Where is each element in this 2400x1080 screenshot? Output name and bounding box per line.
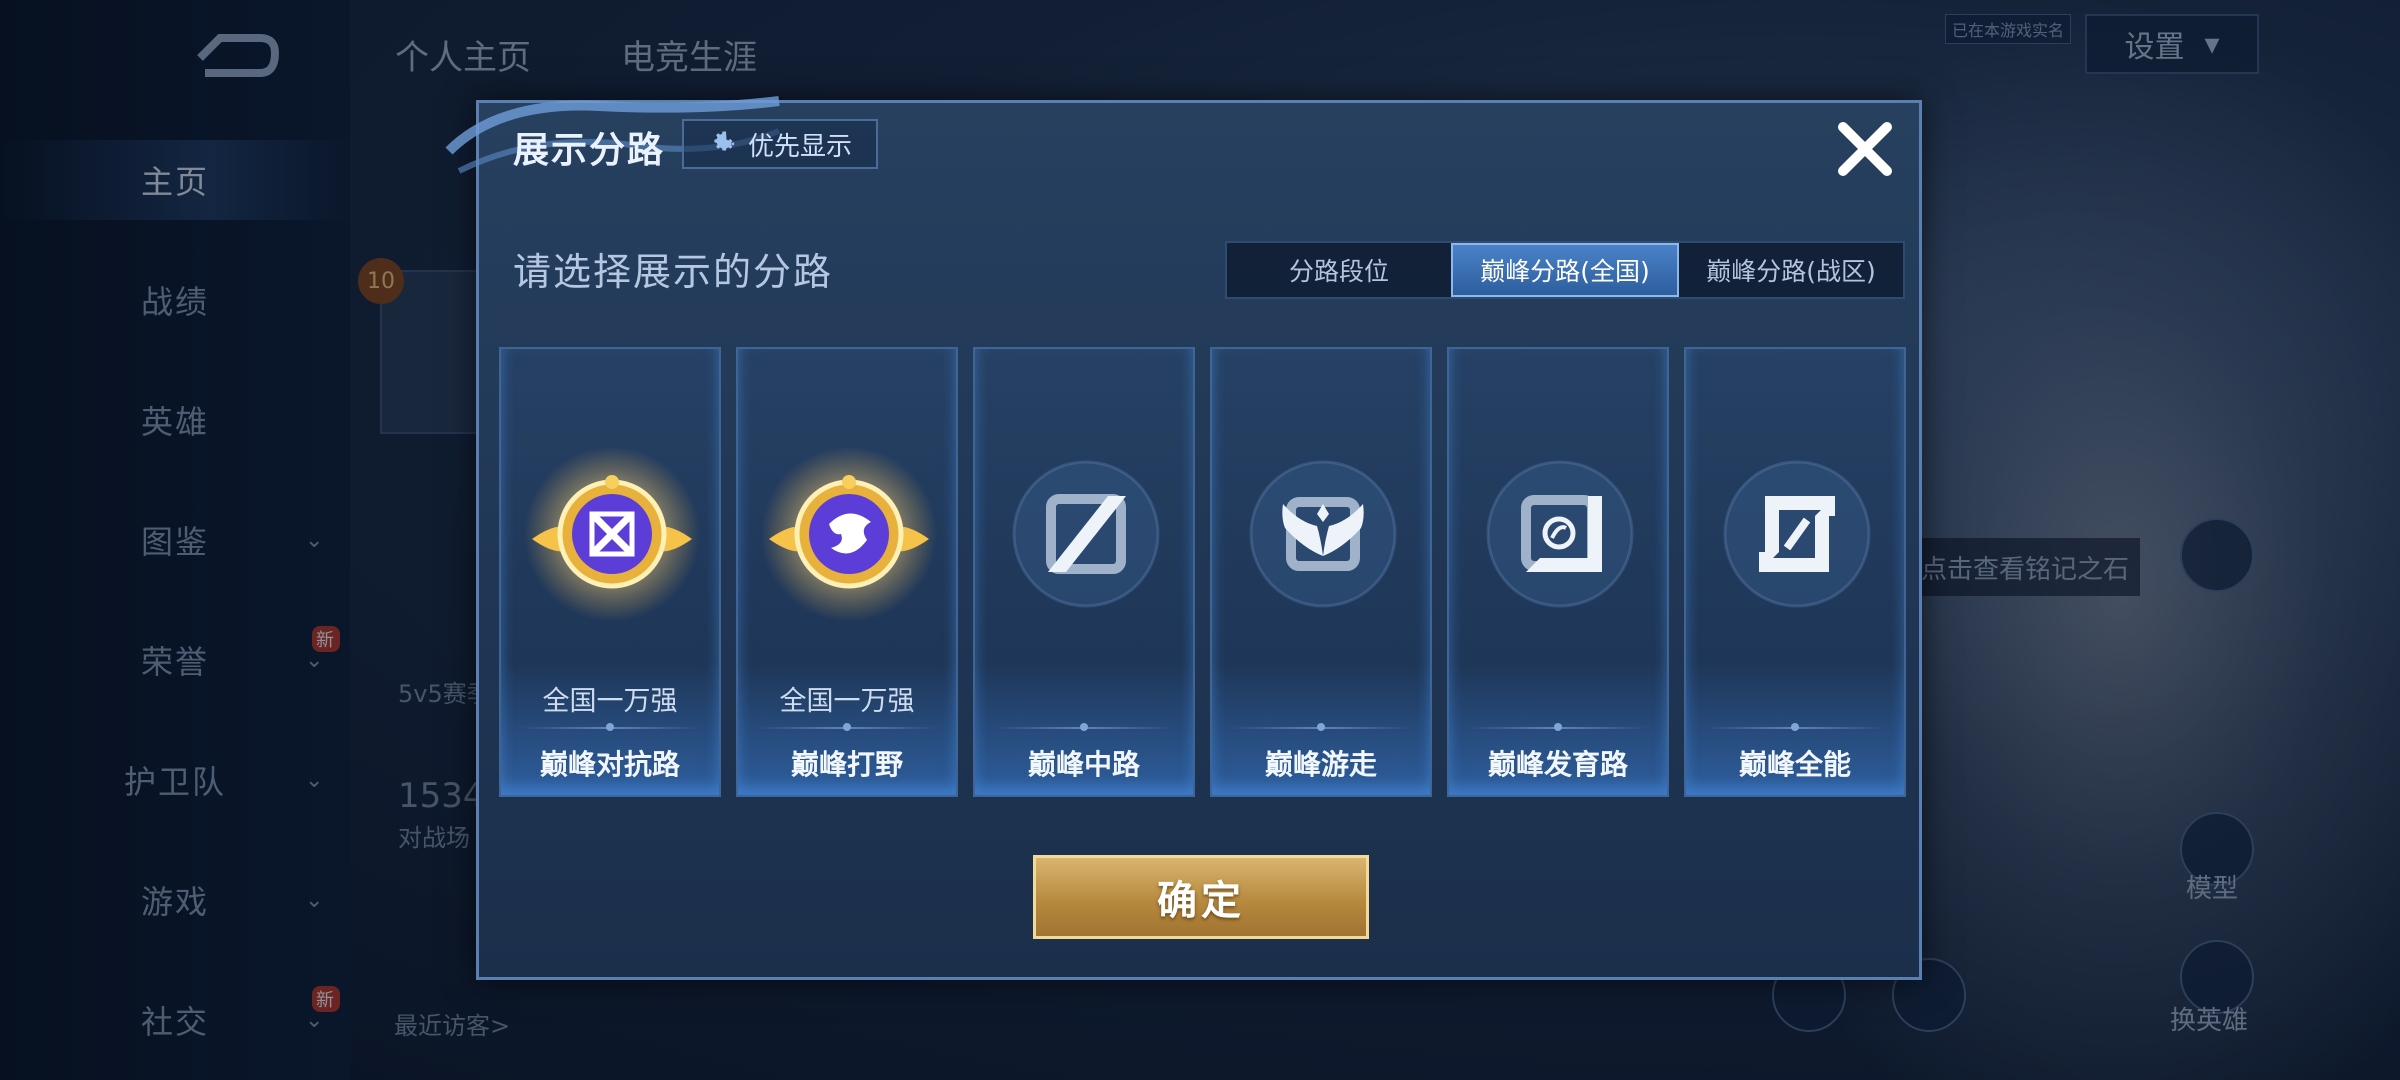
- clash-lane-medal-icon: [524, 446, 700, 622]
- lane-card-all-round[interactable]: 巅峰全能: [1684, 347, 1906, 797]
- lane-name: 巅峰对抗路: [539, 748, 680, 781]
- jungle-dragon-medal-icon: [761, 446, 937, 622]
- lane-card-farm[interactable]: 巅峰发育路: [1447, 347, 1669, 797]
- mid-lane-icon: [1012, 460, 1160, 608]
- dialog-subtitle: 请选择展示的分路: [513, 250, 834, 294]
- lane-card-clash[interactable]: 全国一万强 巅峰对抗路: [499, 347, 721, 797]
- confirm-label: 确定: [1157, 878, 1245, 924]
- lane-rank-text: 全国一万强: [779, 686, 915, 717]
- lane-name: 巅峰打野: [790, 748, 903, 781]
- divider-dot: [843, 723, 851, 731]
- divider-dot: [606, 723, 614, 731]
- all-round-icon: [1723, 460, 1871, 608]
- divider-dot: [1080, 723, 1088, 731]
- lane-name: 巅峰中路: [1027, 748, 1140, 781]
- lane-card-mid[interactable]: 巅峰中路: [973, 347, 1195, 797]
- segment-lane-rank[interactable]: 分路段位: [1227, 243, 1451, 297]
- lane-rank-text: 全国一万强: [542, 686, 678, 717]
- lane-type-segmented-control: 分路段位 巅峰分路(全国) 巅峰分路(战区): [1225, 241, 1905, 299]
- roam-wings-icon: [1249, 460, 1397, 608]
- divider-dot: [1791, 723, 1799, 731]
- lane-name: 巅峰全能: [1738, 748, 1851, 781]
- gear-icon: [714, 131, 735, 151]
- dialog-title: 展示分路: [513, 130, 666, 171]
- segment-peak-lane-region[interactable]: 巅峰分路(战区): [1679, 243, 1903, 297]
- lane-card-jungle[interactable]: 全国一万强 巅峰打野: [736, 347, 958, 797]
- segment-peak-lane-national[interactable]: 巅峰分路(全国): [1451, 243, 1679, 297]
- lane-name: 巅峰发育路: [1487, 748, 1628, 781]
- lane-name: 巅峰游走: [1264, 748, 1377, 781]
- lane-display-dialog: 展示分路 优先显示 请选择展示的分路 分路段位 巅峰分路(全国) 巅峰分路(战区…: [445, 96, 1922, 980]
- close-icon[interactable]: [1831, 115, 1899, 183]
- priority-label: 优先显示: [747, 131, 852, 162]
- lane-card-roam[interactable]: 巅峰游走: [1210, 347, 1432, 797]
- divider-dot: [1317, 723, 1325, 731]
- priority-display-button[interactable]: 优先显示: [682, 119, 878, 169]
- lane-card-list: 全国一万强 巅峰对抗路 全国一万强 巅峰打野 巅峰中路 巅峰游走 巅峰发育路 巅…: [499, 347, 1906, 797]
- farm-lane-icon: [1486, 460, 1634, 608]
- confirm-button[interactable]: 确定: [1033, 855, 1369, 939]
- divider-dot: [1554, 723, 1562, 731]
